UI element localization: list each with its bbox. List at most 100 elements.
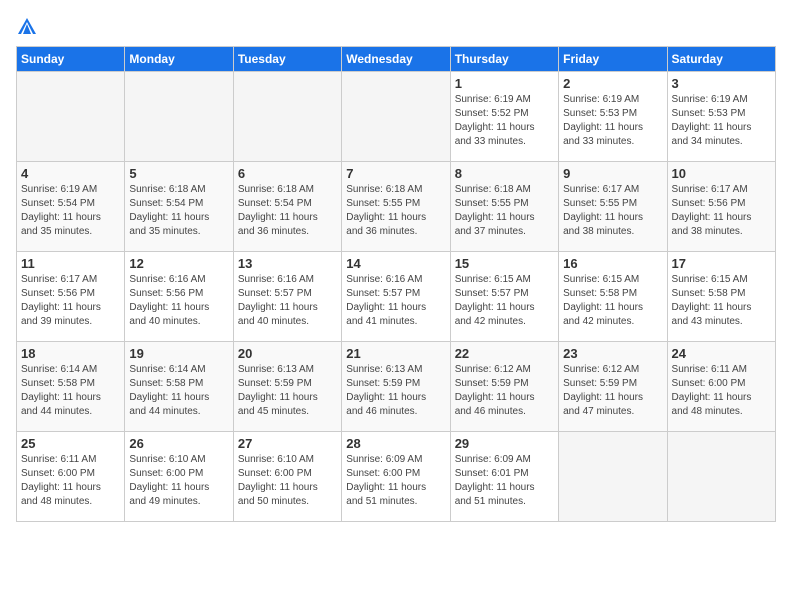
calendar-cell: 17 Sunrise: 6:15 AMSunset: 5:58 PMDayligh…	[667, 252, 775, 342]
calendar-cell: 14 Sunrise: 6:16 AMSunset: 5:57 PMDayligh…	[342, 252, 450, 342]
calendar-cell: 25Sunrise: 6:11 AMSunset: 6:00 PMDayligh…	[17, 432, 125, 522]
day-info: Sunrise: 6:18 AMSunset: 5:54 PMDaylight:…	[129, 183, 228, 239]
calendar-cell: 16 Sunrise: 6:15 AMSunset: 5:58 PMDayligh…	[559, 252, 667, 342]
calendar-cell: 28 Sunrise: 6:09 AMSunset: 6:00 PMDayligh…	[342, 432, 450, 522]
day-number: 21	[346, 346, 445, 361]
day-info: Sunrise: 6:09 AMSunset: 6:01 PMDaylight:…	[455, 453, 554, 509]
day-number: 23	[563, 346, 662, 361]
calendar-cell: 21 Sunrise: 6:13 AMSunset: 5:59 PMDayligh…	[342, 342, 450, 432]
calendar-cell	[342, 72, 450, 162]
calendar-table: SundayMondayTuesdayWednesdayThursdayFrid…	[16, 46, 776, 522]
day-info: Sunrise: 6:16 AMSunset: 5:57 PMDaylight:…	[238, 273, 337, 329]
day-number: 1	[455, 76, 554, 91]
day-info: Sunrise: 6:19 AMSunset: 5:54 PMDaylight:…	[21, 183, 120, 239]
calendar-cell	[559, 432, 667, 522]
day-info: Sunrise: 6:15 AMSunset: 5:58 PMDaylight:…	[672, 273, 771, 329]
weekday-monday: Monday	[125, 47, 233, 72]
calendar-cell: 9Sunrise: 6:17 AMSunset: 5:55 PMDaylight…	[559, 162, 667, 252]
day-info: Sunrise: 6:17 AMSunset: 5:56 PMDaylight:…	[21, 273, 120, 329]
calendar-cell: 1 Sunrise: 6:19 AMSunset: 5:52 PMDaylight…	[450, 72, 558, 162]
day-info: Sunrise: 6:12 AMSunset: 5:59 PMDaylight:…	[455, 363, 554, 419]
calendar-week-3: 11 Sunrise: 6:17 AMSunset: 5:56 PMDayligh…	[17, 252, 776, 342]
calendar-cell: 4 Sunrise: 6:19 AMSunset: 5:54 PMDaylight…	[17, 162, 125, 252]
day-number: 24	[672, 346, 771, 361]
day-info: Sunrise: 6:13 AMSunset: 5:59 PMDaylight:…	[346, 363, 445, 419]
day-number: 5	[129, 166, 228, 181]
calendar-cell: 27 Sunrise: 6:10 AMSunset: 6:00 PMDayligh…	[233, 432, 341, 522]
day-info: Sunrise: 6:14 AMSunset: 5:58 PMDaylight:…	[129, 363, 228, 419]
page-header	[16, 16, 776, 38]
calendar-cell: 11 Sunrise: 6:17 AMSunset: 5:56 PMDayligh…	[17, 252, 125, 342]
day-info: Sunrise: 6:18 AMSunset: 5:55 PMDaylight:…	[455, 183, 554, 239]
calendar-cell: 8 Sunrise: 6:18 AMSunset: 5:55 PMDaylight…	[450, 162, 558, 252]
day-info: Sunrise: 6:17 AMSunset: 5:56 PMDaylight:…	[672, 183, 771, 239]
calendar-cell: 23Sunrise: 6:12 AMSunset: 5:59 PMDayligh…	[559, 342, 667, 432]
day-number: 14	[346, 256, 445, 271]
day-info: Sunrise: 6:19 AMSunset: 5:52 PMDaylight:…	[455, 93, 554, 149]
day-info: Sunrise: 6:19 AMSunset: 5:53 PMDaylight:…	[563, 93, 662, 149]
weekday-sunday: Sunday	[17, 47, 125, 72]
day-info: Sunrise: 6:16 AMSunset: 5:57 PMDaylight:…	[346, 273, 445, 329]
calendar-cell: 19 Sunrise: 6:14 AMSunset: 5:58 PMDayligh…	[125, 342, 233, 432]
day-number: 18	[21, 346, 120, 361]
calendar-cell: 26Sunrise: 6:10 AMSunset: 6:00 PMDayligh…	[125, 432, 233, 522]
day-number: 13	[238, 256, 337, 271]
day-number: 6	[238, 166, 337, 181]
day-info: Sunrise: 6:18 AMSunset: 5:54 PMDaylight:…	[238, 183, 337, 239]
day-number: 29	[455, 436, 554, 451]
day-number: 4	[21, 166, 120, 181]
day-number: 27	[238, 436, 337, 451]
calendar-cell: 13 Sunrise: 6:16 AMSunset: 5:57 PMDayligh…	[233, 252, 341, 342]
weekday-header-row: SundayMondayTuesdayWednesdayThursdayFrid…	[17, 47, 776, 72]
calendar-cell	[125, 72, 233, 162]
day-info: Sunrise: 6:16 AMSunset: 5:56 PMDaylight:…	[129, 273, 228, 329]
day-number: 19	[129, 346, 228, 361]
calendar-cell: 29 Sunrise: 6:09 AMSunset: 6:01 PMDayligh…	[450, 432, 558, 522]
weekday-thursday: Thursday	[450, 47, 558, 72]
calendar-cell: 5 Sunrise: 6:18 AMSunset: 5:54 PMDaylight…	[125, 162, 233, 252]
calendar-week-5: 25Sunrise: 6:11 AMSunset: 6:00 PMDayligh…	[17, 432, 776, 522]
day-number: 16	[563, 256, 662, 271]
day-number: 25	[21, 436, 120, 451]
day-number: 20	[238, 346, 337, 361]
day-info: Sunrise: 6:13 AMSunset: 5:59 PMDaylight:…	[238, 363, 337, 419]
day-info: Sunrise: 6:14 AMSunset: 5:58 PMDaylight:…	[21, 363, 120, 419]
day-number: 26	[129, 436, 228, 451]
calendar-cell: 22 Sunrise: 6:12 AMSunset: 5:59 PMDayligh…	[450, 342, 558, 432]
day-number: 10	[672, 166, 771, 181]
calendar-week-1: 1 Sunrise: 6:19 AMSunset: 5:52 PMDaylight…	[17, 72, 776, 162]
day-number: 15	[455, 256, 554, 271]
day-number: 9	[563, 166, 662, 181]
weekday-tuesday: Tuesday	[233, 47, 341, 72]
logo	[16, 16, 42, 38]
calendar-cell: 12 Sunrise: 6:16 AMSunset: 5:56 PMDayligh…	[125, 252, 233, 342]
calendar-week-4: 18 Sunrise: 6:14 AMSunset: 5:58 PMDayligh…	[17, 342, 776, 432]
calendar-cell: 18 Sunrise: 6:14 AMSunset: 5:58 PMDayligh…	[17, 342, 125, 432]
weekday-wednesday: Wednesday	[342, 47, 450, 72]
day-info: Sunrise: 6:15 AMSunset: 5:58 PMDaylight:…	[563, 273, 662, 329]
day-info: Sunrise: 6:18 AMSunset: 5:55 PMDaylight:…	[346, 183, 445, 239]
calendar-cell: 3 Sunrise: 6:19 AMSunset: 5:53 PMDaylight…	[667, 72, 775, 162]
day-number: 22	[455, 346, 554, 361]
calendar-cell	[667, 432, 775, 522]
day-number: 17	[672, 256, 771, 271]
weekday-saturday: Saturday	[667, 47, 775, 72]
calendar-cell: 2Sunrise: 6:19 AMSunset: 5:53 PMDaylight…	[559, 72, 667, 162]
day-number: 7	[346, 166, 445, 181]
day-info: Sunrise: 6:09 AMSunset: 6:00 PMDaylight:…	[346, 453, 445, 509]
day-number: 12	[129, 256, 228, 271]
day-number: 11	[21, 256, 120, 271]
calendar-week-2: 4 Sunrise: 6:19 AMSunset: 5:54 PMDaylight…	[17, 162, 776, 252]
day-number: 28	[346, 436, 445, 451]
calendar-cell: 20 Sunrise: 6:13 AMSunset: 5:59 PMDayligh…	[233, 342, 341, 432]
calendar-cell: 15 Sunrise: 6:15 AMSunset: 5:57 PMDayligh…	[450, 252, 558, 342]
day-info: Sunrise: 6:15 AMSunset: 5:57 PMDaylight:…	[455, 273, 554, 329]
calendar-cell	[17, 72, 125, 162]
calendar-cell: 7 Sunrise: 6:18 AMSunset: 5:55 PMDaylight…	[342, 162, 450, 252]
day-number: 3	[672, 76, 771, 91]
weekday-friday: Friday	[559, 47, 667, 72]
calendar-cell: 24Sunrise: 6:11 AMSunset: 6:00 PMDayligh…	[667, 342, 775, 432]
day-info: Sunrise: 6:10 AMSunset: 6:00 PMDaylight:…	[238, 453, 337, 509]
day-number: 8	[455, 166, 554, 181]
day-info: Sunrise: 6:19 AMSunset: 5:53 PMDaylight:…	[672, 93, 771, 149]
